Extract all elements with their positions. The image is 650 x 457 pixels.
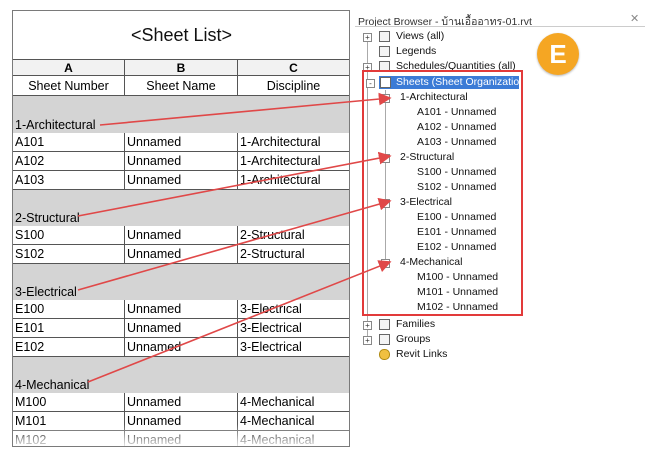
arrow-mechanical — [87, 260, 392, 383]
arrow-architectural — [99, 92, 392, 126]
arrows-overlay — [77, 92, 392, 383]
arrow-structural — [77, 151, 392, 217]
arrow-electrical — [77, 197, 392, 291]
